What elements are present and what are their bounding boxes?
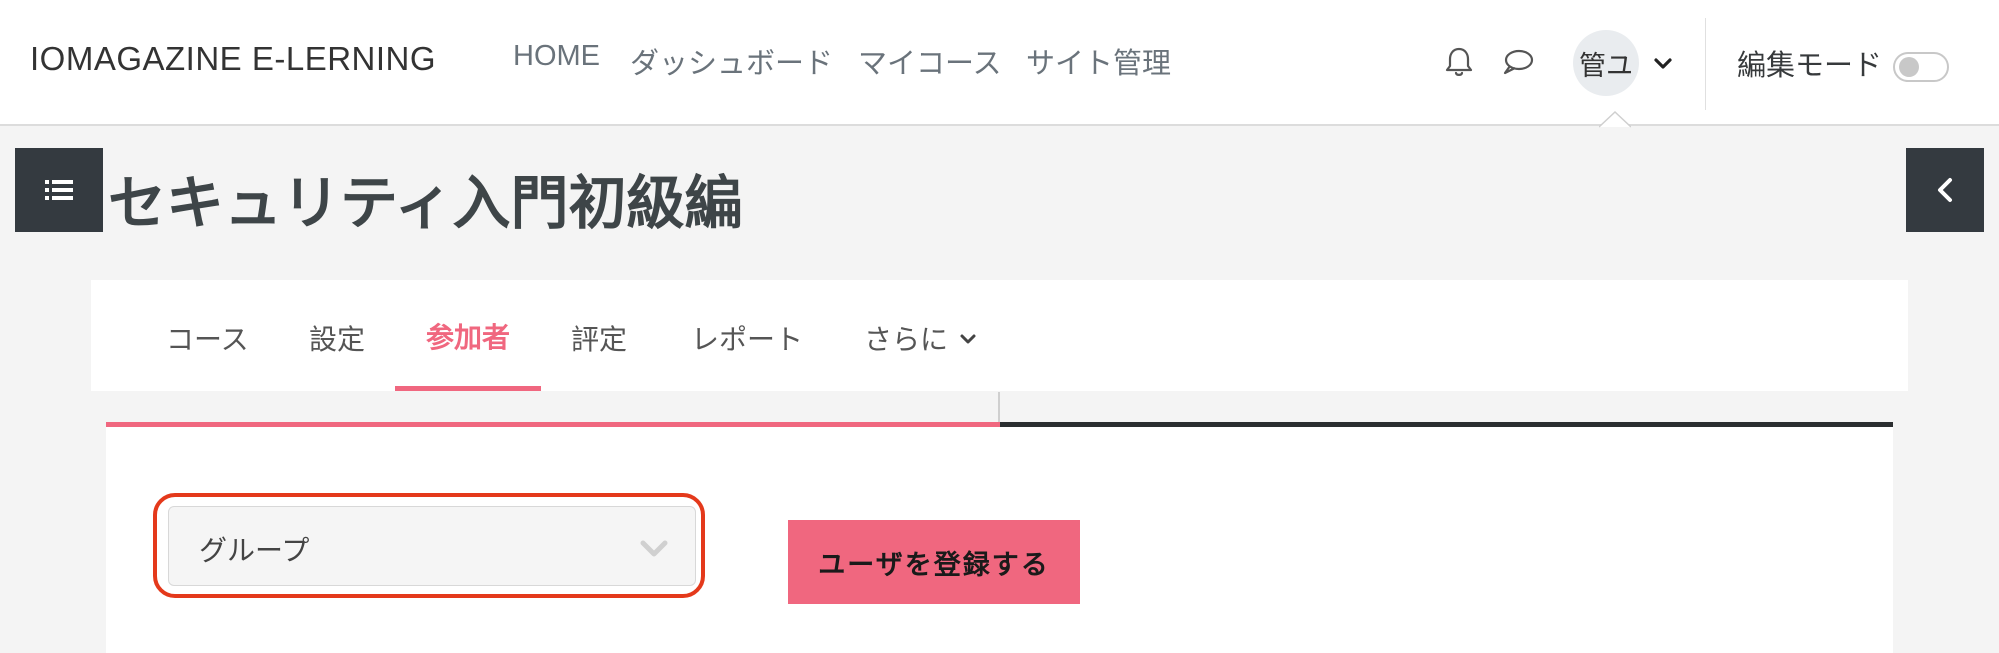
nav-link-my-courses[interactable]: マイコース <box>858 40 1002 82</box>
toggle-knob <box>1899 57 1919 77</box>
page-title: セキュリティ入門初級編 <box>108 169 743 237</box>
tab-settings[interactable]: 設定 <box>309 318 365 358</box>
active-tab-indicator <box>395 386 541 391</box>
progress-bar-filled <box>106 422 1000 427</box>
tab-course[interactable]: コース <box>166 318 249 358</box>
navbar-divider <box>1705 18 1706 110</box>
nav-link-site-admin[interactable]: サイト管理 <box>1026 40 1171 82</box>
user-avatar[interactable]: 管ユ <box>1573 30 1639 96</box>
secondary-navigation: コース 設定 参加者 評定 レポート さらに <box>91 280 1908 391</box>
edit-mode-toggle[interactable] <box>1893 52 1949 82</box>
chevron-down-icon[interactable] <box>1652 52 1674 74</box>
edit-mode-label: 編集モード <box>1737 48 1883 82</box>
progress-bar-remaining <box>1000 422 1893 427</box>
message-bubble-icon[interactable] <box>1500 44 1536 80</box>
chevron-left-icon <box>1938 178 1952 202</box>
caret-up-icon <box>1598 110 1632 128</box>
user-initials: 管ユ <box>1579 50 1633 82</box>
tab-reports[interactable]: レポート <box>691 318 803 358</box>
tab-more[interactable]: さらに <box>864 318 948 358</box>
enrol-users-button[interactable]: ユーザを登録する <box>788 520 1080 604</box>
site-brand[interactable]: IOMAGAZINE E-LERNING <box>30 40 436 78</box>
notification-bell-icon[interactable] <box>1441 44 1477 80</box>
tab-grades[interactable]: 評定 <box>571 318 627 358</box>
highlight-annotation <box>153 493 705 598</box>
nav-link-home[interactable]: HOME <box>513 40 600 73</box>
chevron-down-icon[interactable] <box>959 330 977 348</box>
block-drawer-toggle[interactable] <box>1906 148 1984 232</box>
nav-link-dashboard[interactable]: ダッシュボード <box>630 40 833 82</box>
tab-participants[interactable]: 参加者 <box>426 316 510 356</box>
list-icon <box>45 180 73 200</box>
top-navbar: IOMAGAZINE E-LERNING HOME ダッシュボード マイコース … <box>0 0 1999 126</box>
divider-tick <box>998 392 1000 424</box>
course-index-toggle[interactable] <box>15 148 103 232</box>
